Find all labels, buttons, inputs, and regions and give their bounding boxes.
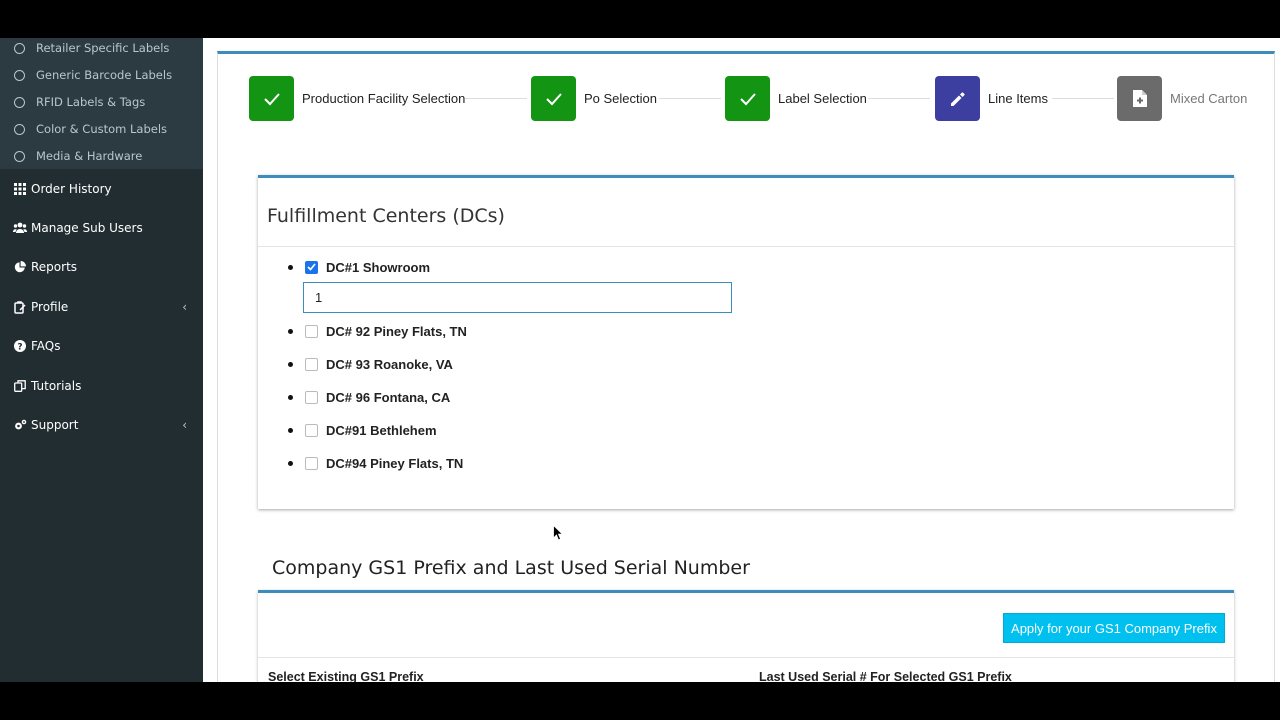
copy-icon — [13, 379, 27, 393]
chevron-left-icon: ‹ — [182, 418, 187, 432]
sidebar-item-manage-sub-users[interactable]: Manage Sub Users — [0, 216, 203, 240]
last-serial-label: Last Used Serial # For Selected GS1 Pref… — [759, 670, 1012, 682]
sidebar-item-tutorials[interactable]: Tutorials — [0, 374, 203, 398]
sidebar-item-label: Manage Sub Users — [31, 221, 143, 235]
dc-checkbox[interactable] — [305, 357, 318, 371]
sidebar-item-support[interactable]: Support ‹ — [0, 413, 203, 437]
clipboard-icon — [13, 300, 27, 314]
sidebar-item-faqs[interactable]: ? FAQs — [0, 334, 203, 358]
sidebar-subitem-label: Retailer Specific Labels — [36, 41, 170, 55]
chevron-left-icon: ‹ — [182, 300, 187, 314]
users-icon — [13, 221, 27, 235]
sidebar-subitem-label: Generic Barcode Labels — [36, 68, 173, 82]
sidebar-item-reports[interactable]: Reports — [0, 255, 203, 279]
question-circle-icon: ? — [13, 339, 27, 353]
circle-icon — [14, 96, 25, 108]
sidebar-subitem-label: RFID Labels & Tags — [36, 95, 146, 109]
sidebar-submenu: Retailer Specific Labels Generic Barcode… — [0, 38, 203, 169]
panel-title: Fulfillment Centers (DCs) — [267, 205, 505, 227]
step-connector — [1052, 98, 1114, 99]
divider — [258, 657, 1234, 658]
dc-label: DC# 93 Roanoke, VA — [326, 356, 453, 372]
cogs-icon — [13, 418, 27, 432]
bullet — [288, 394, 293, 400]
circle-icon — [14, 42, 25, 54]
bullet — [288, 427, 293, 433]
order-wizard: Production Facility Selection Po Selecti… — [217, 51, 1275, 682]
dc-checkbox[interactable] — [305, 260, 318, 274]
wizard-step-label: Production Facility Selection — [302, 91, 466, 106]
checkmark-icon — [249, 76, 294, 121]
app-window: Retailer Specific Labels Generic Barcode… — [0, 38, 1280, 682]
pencil-icon — [935, 76, 980, 121]
mouse-cursor-icon — [553, 525, 563, 541]
gs1-panel: Apply for your GS1 Company Prefix Select… — [258, 590, 1234, 682]
file-plus-icon — [1117, 76, 1162, 121]
wizard-step-mixed-carton[interactable]: Mixed Carton — [1117, 76, 1247, 121]
bullet — [288, 460, 293, 466]
gs1-prefix-label: Select Existing GS1 Prefix — [268, 670, 424, 682]
step-connector — [465, 98, 527, 99]
fulfillment-centers-panel: Fulfillment Centers (DCs) DC#1 Showroom … — [258, 175, 1234, 509]
dc-checkbox[interactable] — [305, 324, 318, 338]
bullet — [288, 264, 293, 270]
sidebar-item-label: Reports — [31, 260, 78, 274]
sidebar-subitem-retailer-labels[interactable]: Retailer Specific Labels — [14, 38, 169, 58]
dc-list-item: DC#94 Piney Flats, TN — [288, 453, 463, 473]
wizard-step-label: Line Items — [988, 91, 1048, 106]
wizard-step-po-selection[interactable]: Po Selection — [531, 76, 657, 121]
sidebar-subitem-generic-barcode[interactable]: Generic Barcode Labels — [14, 65, 172, 85]
sidebar: Retailer Specific Labels Generic Barcode… — [0, 38, 203, 682]
dc-label: DC#91 Bethlehem — [326, 422, 437, 438]
sidebar-item-label: Support — [31, 418, 79, 432]
dc-list-item: DC# 93 Roanoke, VA — [288, 354, 453, 374]
sidebar-subitem-label: Color & Custom Labels — [36, 122, 168, 136]
main-content: Production Facility Selection Po Selecti… — [203, 38, 1280, 682]
sidebar-subitem-color-custom[interactable]: Color & Custom Labels — [14, 119, 167, 139]
dc-list-item: DC#91 Bethlehem — [288, 420, 437, 440]
dc-list-item: DC# 92 Piney Flats, TN — [288, 321, 467, 341]
wizard-step-label: Mixed Carton — [1170, 91, 1248, 106]
pie-chart-icon — [13, 260, 27, 274]
wizard-step-label: Po Selection — [584, 91, 657, 106]
dc-quantity-input[interactable]: 1 — [303, 282, 732, 313]
dc-checkbox[interactable] — [305, 390, 318, 404]
sidebar-item-order-history[interactable]: Order History — [0, 177, 203, 201]
dc-label: DC#94 Piney Flats, TN — [326, 455, 464, 471]
step-connector — [659, 98, 721, 99]
bullet — [288, 328, 293, 334]
sidebar-subitem-rfid[interactable]: RFID Labels & Tags — [14, 92, 145, 112]
apply-gs1-prefix-button[interactable]: Apply for your GS1 Company Prefix — [1003, 613, 1225, 643]
dc-checkbox[interactable] — [305, 423, 318, 437]
circle-icon — [14, 69, 25, 81]
sidebar-subitem-label: Media & Hardware — [36, 149, 143, 163]
dc-list-item: DC#1 Showroom — [288, 257, 430, 277]
circle-icon — [14, 150, 25, 162]
wizard-step-production-facility[interactable]: Production Facility Selection — [249, 76, 465, 121]
wizard-step-label: Label Selection — [778, 91, 867, 106]
sidebar-subitem-media-hardware[interactable]: Media & Hardware — [14, 146, 142, 166]
sidebar-item-label: Profile — [31, 300, 69, 314]
checkmark-icon — [725, 76, 770, 121]
sidebar-item-label: Order History — [31, 182, 112, 196]
svg-text:?: ? — [17, 342, 22, 352]
sidebar-item-label: FAQs — [31, 339, 61, 353]
dc-label: DC#1 Showroom — [326, 259, 431, 275]
dc-label: DC# 92 Piney Flats, TN — [326, 323, 467, 339]
dc-checkbox[interactable] — [305, 456, 318, 470]
divider — [258, 246, 1234, 247]
sidebar-item-profile[interactable]: Profile ‹ — [0, 295, 203, 319]
wizard-step-label-selection[interactable]: Label Selection — [725, 76, 867, 121]
dc-label: DC# 96 Fontana, CA — [326, 389, 451, 405]
circle-icon — [14, 123, 25, 135]
section-title: Company GS1 Prefix and Last Used Serial … — [272, 557, 750, 579]
checkmark-icon — [531, 76, 576, 121]
wizard-step-line-items[interactable]: Line Items — [935, 76, 1048, 121]
step-connector — [868, 98, 930, 99]
dc-list-item: DC# 96 Fontana, CA — [288, 387, 450, 407]
sidebar-item-label: Tutorials — [31, 379, 82, 393]
grid-icon — [13, 182, 27, 196]
bullet — [288, 361, 293, 367]
dc-quantity-value: 1 — [315, 290, 323, 305]
